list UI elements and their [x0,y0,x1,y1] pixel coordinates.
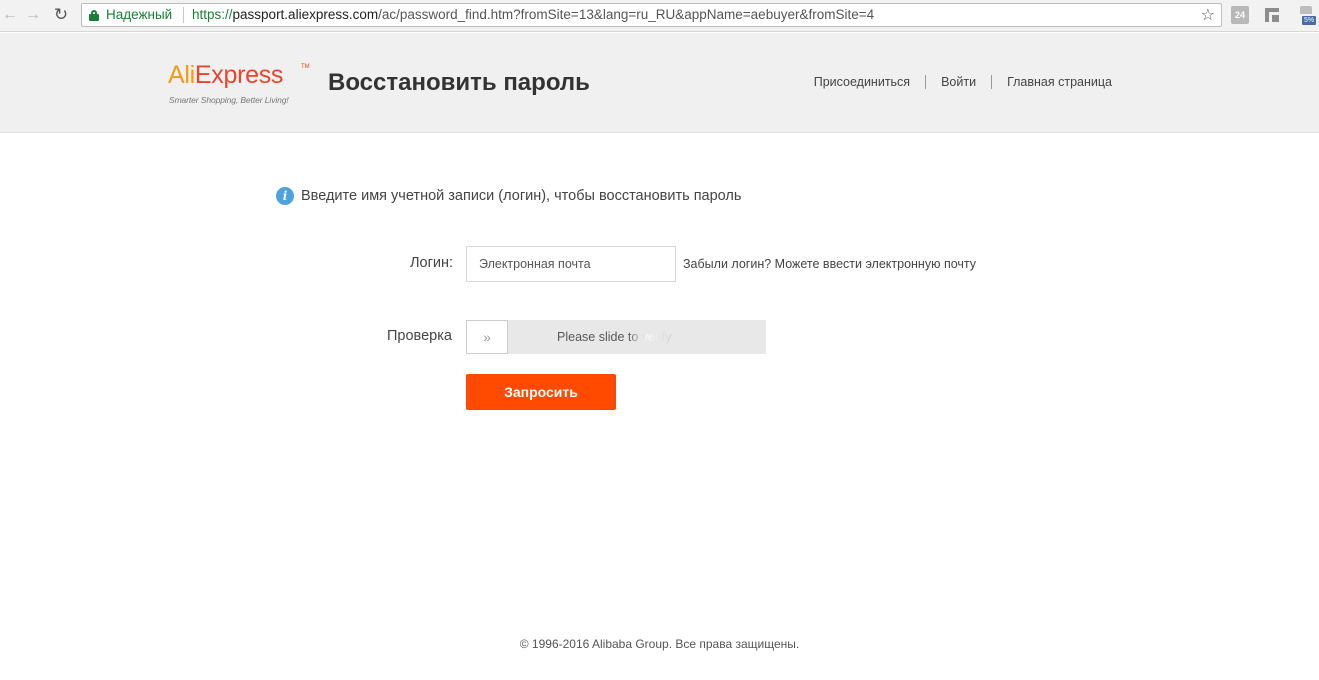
logo-tagline: Smarter Shopping, Better Living! [169,95,289,105]
secure-label: Надежный [106,7,173,22]
join-link[interactable]: Присоединиться [799,75,925,89]
forward-arrow-icon[interactable]: → [21,4,45,26]
address-divider [183,7,184,23]
url-scheme: https:// [192,7,233,22]
info-icon: i [276,187,294,205]
login-link[interactable]: Войти [926,75,991,89]
logo-express: Express [194,61,284,89]
login-label: Логин: [410,255,454,271]
aliexpress-logo[interactable]: AliExpress TM Smarter Shopping, Better L… [168,61,310,105]
slide-verify-track[interactable]: Please slide to verify » [466,320,766,354]
url-host: passport.aliexpress.com [232,7,379,22]
extension-rss-icon[interactable] [1263,6,1281,24]
info-text: Введите имя учетной записи (логин), чтоб… [301,188,742,204]
bookmark-star-icon[interactable]: ☆ [1201,5,1215,25]
top-nav: Присоединиться Войти Главная страница [799,75,1112,89]
reload-icon[interactable]: ↻ [49,4,73,26]
footer-copyright: © 1996-2016 Alibaba Group. Все права защ… [519,637,800,651]
home-link[interactable]: Главная страница [992,75,1112,89]
extension-cashback-icon[interactable]: 5% [1297,6,1316,25]
forgot-login-hint: Забыли логин? Можете ввести электронную … [683,257,977,271]
logo-ali: Ali [168,61,195,89]
url-path: /ac/password_find.htm?fromSite=13&lang=r… [378,7,875,22]
browser-toolbar: ← → ↻ Надежный https://passport.aliexpre… [0,0,1319,32]
logo-wordmark: AliExpress [168,61,283,89]
slide-verify-handle[interactable]: » [466,320,508,354]
double-chevron-right-icon: » [483,329,491,345]
request-button[interactable]: Запросить [466,374,616,410]
page-title: Восстановить пароль [328,69,590,96]
site-header: AliExpress TM Smarter Shopping, Better L… [0,33,1319,133]
login-input[interactable] [466,246,676,282]
info-message: i Введите имя учетной записи (логин), чт… [276,187,741,205]
slide-verify-text: Please slide to verify [557,330,672,344]
back-arrow-icon[interactable]: ← [0,4,22,26]
extension-calendar-icon[interactable]: 24 [1231,6,1249,24]
address-bar[interactable]: Надежный https://passport.aliexpress.com… [81,3,1222,27]
lock-icon [89,10,99,21]
url-text[interactable]: https://passport.aliexpress.com/ac/passw… [192,7,874,22]
logo-trademark: TM [301,64,310,70]
verify-label: Проверка [387,328,452,344]
extension-badge: 5% [1302,16,1316,25]
